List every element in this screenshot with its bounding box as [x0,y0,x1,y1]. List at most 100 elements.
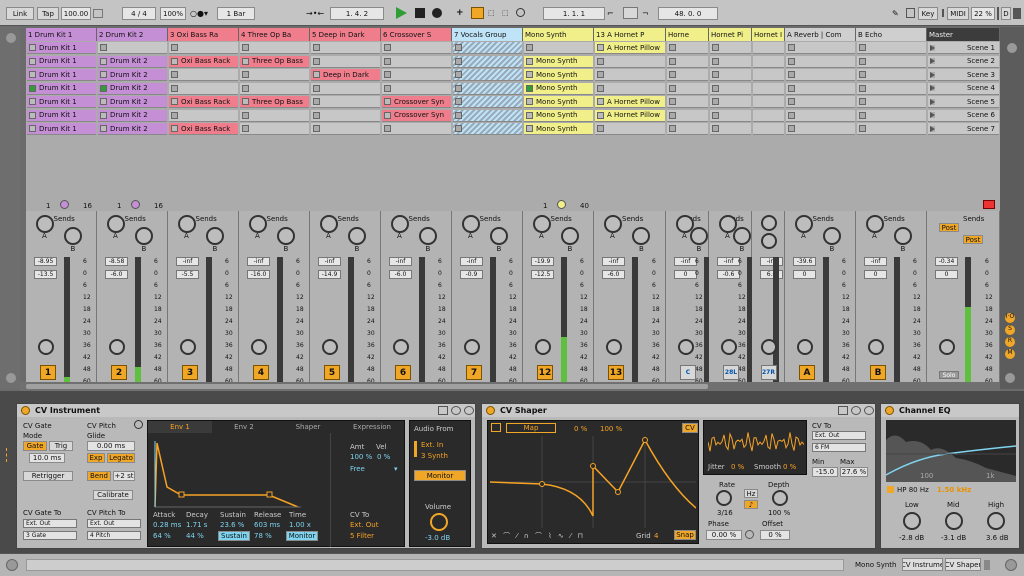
empty-clip-slot[interactable] [710,69,751,81]
attack-slope[interactable]: 64 % [153,532,171,540]
empty-clip-slot[interactable] [753,109,784,122]
depth-value[interactable]: 100 % [768,509,790,517]
send-a-knob[interactable] [604,215,622,233]
mixer-toggle-icon[interactable]: M [1005,349,1015,359]
post-button-b[interactable]: Post [963,235,983,244]
envelope-display[interactable] [153,437,303,509]
device-menu-icon[interactable] [464,406,474,415]
clip-play-icon[interactable] [100,71,107,78]
stop-slot-icon[interactable] [313,98,320,105]
empty-clip-slot[interactable] [453,42,522,54]
track-header[interactable]: 3 Oxi Bass Ra [168,28,239,41]
meter-field[interactable]: 4 / 4 [122,7,156,20]
reenable-icon[interactable]: ⬚ [488,9,495,17]
empty-clip-slot[interactable] [753,55,784,68]
clip-play-icon[interactable] [526,84,533,92]
pitch-output-select[interactable]: Ext. Out [87,519,141,528]
clip-slot[interactable]: Mono Synth [524,55,593,68]
clip-slot[interactable]: A Hornet Pillow [595,96,665,108]
tab-shaper[interactable]: Shaper [276,421,340,433]
send-b-knob[interactable] [732,227,751,245]
scene-play-icon[interactable] [930,44,935,51]
clip-play-icon[interactable] [29,125,36,132]
hp-toggle[interactable] [887,486,894,493]
punch-in-icon[interactable]: ⌐ [607,9,614,18]
clip-play-icon[interactable] [384,111,391,119]
stop-slot-icon[interactable] [712,71,719,78]
track-activator[interactable]: 6 [395,365,411,380]
send-a-knob[interactable] [795,215,813,233]
empty-clip-slot[interactable] [311,42,380,54]
decay-value[interactable]: 1.71 s [186,521,207,529]
pan-knob[interactable] [251,339,267,355]
stop-slot-icon[interactable] [788,111,795,119]
stop-slot-icon[interactable] [712,44,719,51]
empty-clip-slot[interactable] [169,69,238,81]
scene-launch[interactable]: Scene 2 [928,55,999,68]
volume-value[interactable]: -0.9 [460,270,483,279]
clip-slot[interactable]: Deep in Dark [311,69,380,81]
pan-knob[interactable] [678,339,694,355]
clip-play-icon[interactable] [29,44,36,51]
clip-slot[interactable]: Drum Kit 2 [98,69,167,81]
send-a-knob[interactable] [249,215,267,233]
track-activator[interactable]: 1 [40,365,56,380]
stop-slot-icon[interactable] [788,57,795,65]
empty-clip-slot[interactable] [753,82,784,95]
nudge-icon[interactable] [93,9,103,18]
pitch-channel-select[interactable]: 4 Pitch [87,531,141,540]
empty-clip-slot[interactable] [98,42,167,54]
track-header[interactable]: Hornet Pi [709,28,752,41]
zoom-field[interactable]: 100% [160,7,186,20]
track-activator[interactable]: 12 [537,365,553,380]
map-button[interactable]: Map [506,423,556,433]
empty-clip-slot[interactable] [710,42,751,54]
min-field[interactable]: -15.0 [812,467,838,477]
volume-value[interactable]: -6.0 [389,270,412,279]
scene-play-icon[interactable] [930,71,935,78]
empty-clip-slot[interactable] [857,96,926,108]
stop-slot-icon[interactable] [171,71,178,78]
clip-slot[interactable]: Mono Synth [524,109,593,122]
link-button[interactable]: Link [6,7,34,20]
empty-clip-slot[interactable] [857,69,926,81]
pan-knob[interactable] [606,339,622,355]
empty-clip-slot[interactable] [786,55,855,68]
empty-clip-slot[interactable] [524,42,593,54]
pan-knob[interactable] [180,339,196,355]
eq-freq-value[interactable]: 1.50 kHz [937,486,971,494]
empty-clip-slot[interactable] [311,123,380,135]
stop-slot-icon[interactable] [788,71,795,78]
send-a-knob[interactable] [866,215,884,233]
clip-play-icon[interactable] [100,84,107,92]
reset-phase-icon[interactable] [745,530,754,539]
hz-button[interactable]: Hz [744,489,758,498]
stop-slot-icon[interactable] [859,84,866,92]
empty-clip-slot[interactable] [240,123,309,135]
rate-knob[interactable] [716,490,732,506]
device-tab-more[interactable] [984,560,990,570]
track-activator[interactable]: 2 [111,365,127,380]
scene-launch[interactable]: Scene 3 [928,69,999,81]
stop-slot-icon[interactable] [455,44,462,51]
env-mode-select[interactable]: Free [350,465,365,473]
audio-input-select[interactable]: Ext. In [421,441,443,449]
stop-slot-icon[interactable] [242,84,249,92]
retrigger-button[interactable]: Retrigger [23,471,73,481]
volume-value[interactable]: -12.5 [531,270,554,279]
pan-knob[interactable] [535,339,551,355]
empty-clip-slot[interactable] [753,123,784,135]
send-b-knob[interactable] [489,227,508,245]
decay-slope[interactable]: 44 % [186,532,204,540]
stop-slot-icon[interactable] [788,98,795,105]
volume-value[interactable]: -16.0 [247,270,270,279]
punch-out-icon[interactable]: ¬ [642,9,649,18]
mid-knob[interactable] [945,512,963,530]
empty-clip-slot[interactable] [382,82,451,95]
track-header[interactable]: Horne [666,28,709,41]
map-min-value[interactable]: 0 % [574,425,587,433]
stop-slot-icon[interactable] [455,71,462,78]
scene-launch[interactable]: Scene 7 [928,123,999,135]
empty-clip-slot[interactable] [169,42,238,54]
cv-to-output-select[interactable]: Ext. Out [350,521,378,529]
